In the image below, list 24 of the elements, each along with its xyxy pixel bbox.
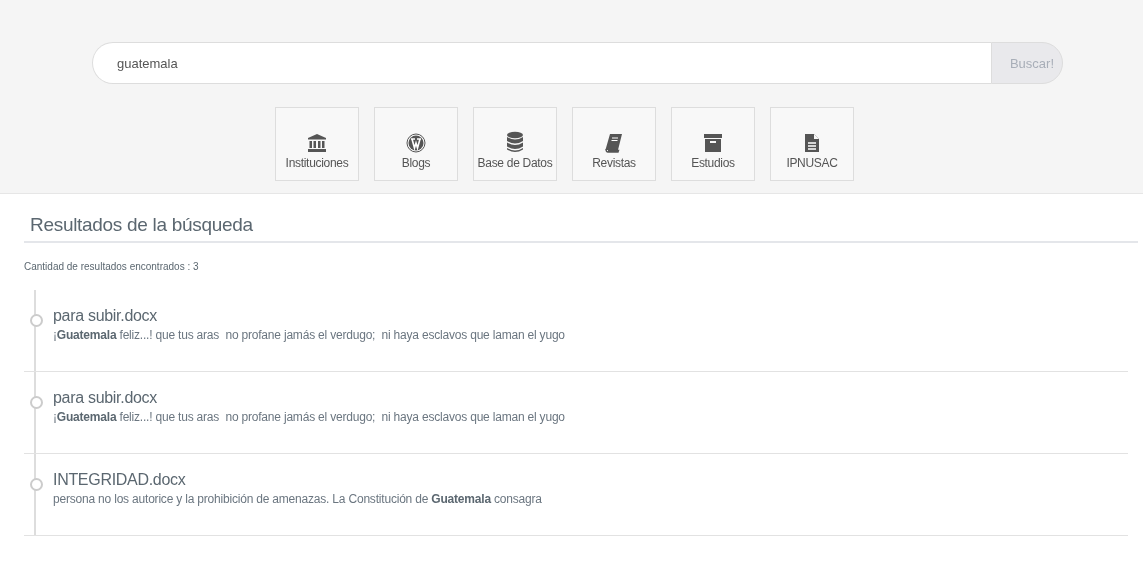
category-tile[interactable]: Instituciones [275, 107, 359, 181]
category-tile[interactable]: Base de Datos [473, 107, 557, 181]
timeline-dot [30, 314, 43, 327]
result-snippet: ¡Guatemala feliz...! que tus aras no profane jamás el verdugo; ni haya esclavos que laman el yugo [53, 410, 565, 424]
document-icon [804, 133, 820, 153]
timeline-dot [30, 396, 43, 409]
database-icon [506, 131, 524, 153]
results-count: Cantidad de resultados encontrados : 3 [24, 261, 200, 272]
result-snippet: ¡Guatemala feliz...! que tus aras no profane jamás el verdugo; ni haya esclavos que laman el yugo [53, 328, 565, 342]
timeline-dot [30, 478, 43, 491]
book-icon [605, 133, 623, 153]
result-snippet: persona no los autorice y la prohibición de amenazas. La Constitución de Guatemala consagra [53, 492, 542, 506]
archive-box-icon [703, 133, 723, 153]
result-title[interactable]: para subir.docx [53, 389, 565, 407]
search-field[interactable]: guatemala [92, 42, 991, 84]
wordpress-icon [406, 133, 426, 153]
category-tile[interactable]: Estudios [671, 107, 755, 181]
result-title[interactable]: para subir.docx [53, 307, 565, 325]
category-tile[interactable]: Revistas [572, 107, 656, 181]
category-tile[interactable]: IPNUSAC [770, 107, 854, 181]
results-heading: Resultados de la búsqueda [24, 214, 1138, 243]
category-tile[interactable]: Blogs [374, 107, 458, 181]
bank-icon [307, 133, 327, 153]
result-title[interactable]: INTEGRIDAD.docx [53, 471, 542, 489]
